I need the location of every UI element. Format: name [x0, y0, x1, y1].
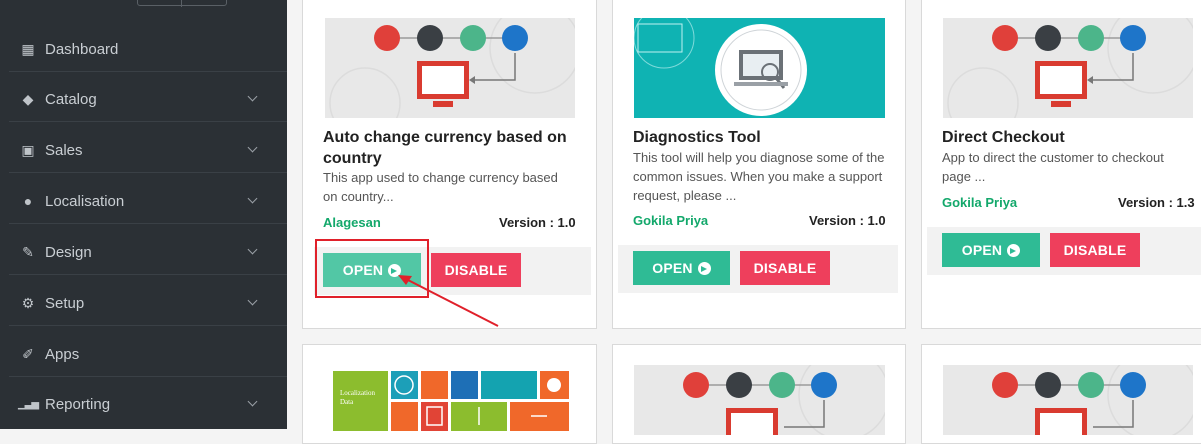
- sidebar-item-label: Localisation: [45, 192, 125, 210]
- dashboard-icon: ▦: [21, 40, 35, 57]
- disable-button[interactable]: DISABLE: [1050, 233, 1140, 267]
- app-description: App to direct the customer to checkout pa…: [942, 150, 1164, 184]
- sidebar-item-design[interactable]: ✎ Design: [9, 232, 279, 272]
- app-author: Gokila Priya: [942, 195, 1018, 210]
- app-thumbnail: [943, 18, 1193, 118]
- localization-label: Localization: [340, 389, 375, 397]
- sidebar-top-buttons[interactable]: [137, 0, 227, 7]
- app-card: [921, 344, 1201, 444]
- app-title: Diagnostics Tool: [633, 129, 761, 146]
- app-description: This tool will help you diagnose some of…: [633, 150, 885, 203]
- arrow-circle-right-icon: [697, 261, 711, 275]
- sidebar-item-setup[interactable]: ⚙ Setup: [9, 283, 279, 323]
- divider: [9, 71, 287, 72]
- app-version: Version : 1.0: [809, 213, 886, 228]
- sidebar-item-label: Catalog: [45, 90, 97, 108]
- chevron-down-icon: [241, 138, 265, 162]
- sidebar-item-label: Setup: [45, 294, 85, 312]
- app-version: Version : 1.0: [499, 215, 576, 230]
- app-thumbnail: [634, 18, 885, 118]
- globe-icon: ●: [23, 193, 33, 209]
- app-author: Gokila Priya: [633, 213, 709, 228]
- sidebar-item-label: Design: [45, 243, 92, 261]
- chevron-down-icon: [241, 392, 265, 416]
- bar-chart-icon: ▁▃▅: [17, 398, 39, 410]
- tag-icon: ◆: [22, 90, 34, 107]
- divider: [9, 121, 287, 122]
- app-title: Auto change currency based on country: [323, 129, 567, 167]
- svg-text:Data: Data: [340, 398, 354, 406]
- app-actions: OPEN DISABLE: [618, 245, 898, 293]
- app-card: Localization Data: [302, 344, 597, 444]
- chevron-down-icon: [241, 87, 265, 111]
- sidebar-item-catalog[interactable]: ◆ Catalog: [9, 79, 279, 119]
- app-thumbnail: [943, 365, 1193, 435]
- sidebar-item-label: Sales: [45, 141, 83, 159]
- divider: [9, 325, 287, 326]
- app-thumbnail: Localization Data: [333, 371, 569, 431]
- app-card: Direct Checkout App to direct the custom…: [921, 0, 1201, 329]
- sidebar-item-label: Apps: [45, 345, 80, 363]
- app-thumbnail: [634, 365, 885, 435]
- app-thumbnail: [325, 18, 575, 118]
- app-actions: OPEN DISABLE: [927, 227, 1201, 275]
- app-title: Direct Checkout: [942, 129, 1065, 146]
- sidebar-item-label: Reporting: [45, 395, 111, 413]
- app-description: This app used to change currency based on…: [323, 170, 558, 204]
- wrench-icon: ✐: [22, 345, 34, 362]
- app-card: [612, 344, 906, 444]
- brush-icon: ✎: [22, 243, 34, 260]
- divider: [9, 223, 287, 224]
- app-card: Diagnostics Tool This tool will help you…: [612, 0, 906, 329]
- sidebar: ▦ Dashboard ◆ Catalog ▣ Sales ● Localisa…: [0, 0, 287, 429]
- cogs-icon: ⚙: [21, 294, 35, 311]
- chevron-down-icon: [241, 291, 265, 315]
- annotation-arrow: [398, 275, 499, 327]
- divider: [9, 172, 287, 173]
- sidebar-item-dashboard[interactable]: ▦ Dashboard: [9, 29, 279, 69]
- divider: [9, 274, 287, 275]
- money-icon: ▣: [21, 141, 35, 158]
- sidebar-item-reporting[interactable]: ▁▃▅ Reporting: [9, 384, 279, 424]
- sidebar-item-apps[interactable]: ✐ Apps: [9, 334, 279, 374]
- sidebar-item-label: Dashboard: [45, 40, 119, 58]
- sidebar-item-localisation[interactable]: ● Localisation: [9, 181, 279, 221]
- app-author: Alagesan: [323, 215, 381, 230]
- chevron-down-icon: [241, 240, 265, 264]
- sidebar-item-sales[interactable]: ▣ Sales: [9, 130, 279, 170]
- app-version: Version : 1.3: [1118, 195, 1195, 210]
- arrow-circle-right-icon: [1007, 243, 1021, 257]
- disable-button[interactable]: DISABLE: [740, 251, 830, 285]
- open-button[interactable]: OPEN: [633, 251, 730, 285]
- divider: [9, 376, 287, 377]
- chevron-down-icon: [241, 189, 265, 213]
- open-button[interactable]: OPEN: [942, 233, 1040, 267]
